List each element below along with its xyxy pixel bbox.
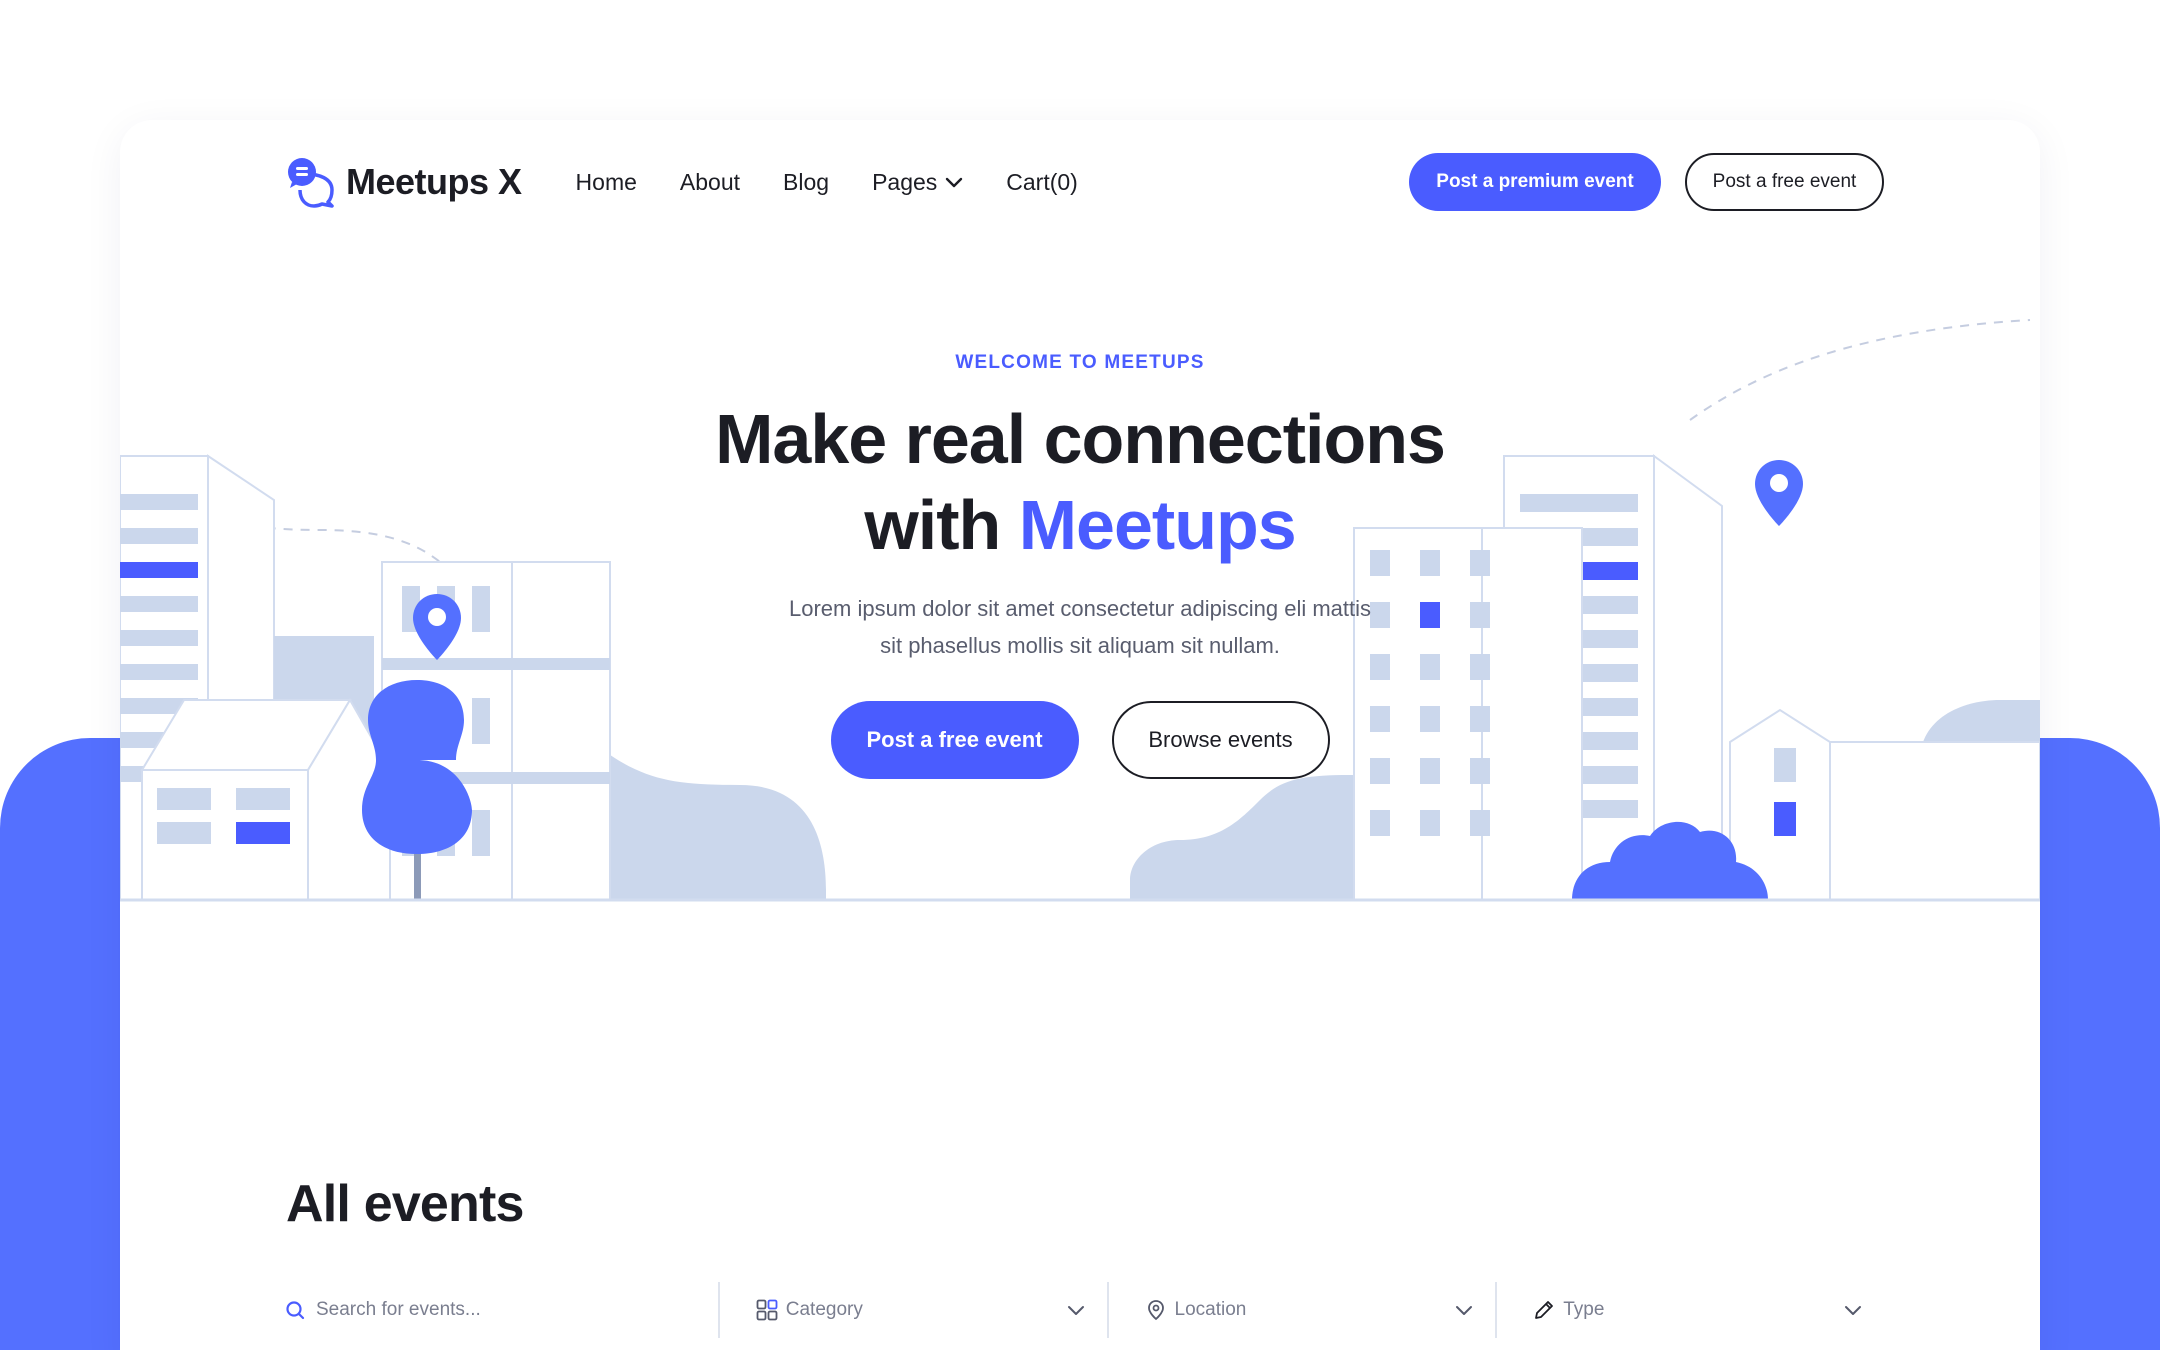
post-free-event-button[interactable]: Post a free event [830, 701, 1079, 779]
headline-accent: Meetups [1018, 486, 1297, 564]
map-pin-icon [1147, 1300, 1164, 1321]
location-label: Location [1174, 1299, 1247, 1320]
post-premium-event-button[interactable]: Post a premium event [1409, 153, 1661, 211]
type-select[interactable]: Type [1495, 1282, 1884, 1338]
post-free-event-header-button[interactable]: Post a free event [1685, 153, 1884, 211]
all-events-title: All events [286, 1175, 524, 1233]
map-pin-right-icon [1755, 460, 1803, 526]
hero-headline: Make real connections with Meetups [640, 396, 1520, 568]
nav-cart[interactable]: Cart(0) [1006, 169, 1078, 196]
category-select[interactable]: Category [717, 1282, 1107, 1338]
events-filter-bar: Search for events... Category Location T… [284, 1282, 1884, 1338]
hero-section: WELCOME TO MEETUPS Make real connections… [640, 352, 1520, 779]
type-label: Type [1563, 1299, 1605, 1320]
headline-line1: Make real connections [715, 400, 1446, 478]
header-actions: Post a premium event Post a free event [1409, 153, 1884, 211]
chevron-down-icon [1067, 1306, 1084, 1315]
site-header: Meetups X Home About Blog Pages Cart(0) … [284, 152, 1884, 212]
category-label: Category [785, 1299, 863, 1320]
hero-eyebrow: WELCOME TO MEETUPS [955, 352, 1205, 373]
location-select[interactable]: Location [1106, 1282, 1496, 1338]
nav-pages-dropdown[interactable]: Pages [872, 169, 963, 196]
hero-actions: Post a free event Browse events [640, 701, 1520, 779]
page-card: Meetups X Home About Blog Pages Cart(0) … [120, 120, 2040, 1350]
headline-with: with [864, 486, 1001, 564]
chevron-down-icon [1456, 1306, 1473, 1315]
main-nav: Home About Blog Pages Cart(0) [576, 169, 1078, 196]
chevron-down-icon [1845, 1306, 1861, 1315]
hero-lead-text: Lorem ipsum dolor sit amet consectetur a… [788, 596, 1372, 658]
chat-bubbles-logo-icon [288, 158, 334, 208]
pencil-icon [1535, 1301, 1554, 1319]
chevron-down-icon [946, 177, 963, 188]
nav-pages-label: Pages [872, 168, 938, 195]
search-placeholder: Search for events... [316, 1299, 481, 1320]
brand-name: Meetups X [346, 161, 522, 202]
nav-about[interactable]: About [680, 169, 740, 196]
nav-blog[interactable]: Blog [783, 169, 829, 196]
search-field[interactable]: Search for events... [284, 1299, 718, 1321]
search-icon [286, 1301, 305, 1320]
browse-events-button[interactable]: Browse events [1111, 701, 1330, 779]
brand-logo[interactable]: Meetups X [284, 156, 522, 208]
nav-home[interactable]: Home [576, 169, 637, 196]
grid-icon [756, 1299, 778, 1321]
